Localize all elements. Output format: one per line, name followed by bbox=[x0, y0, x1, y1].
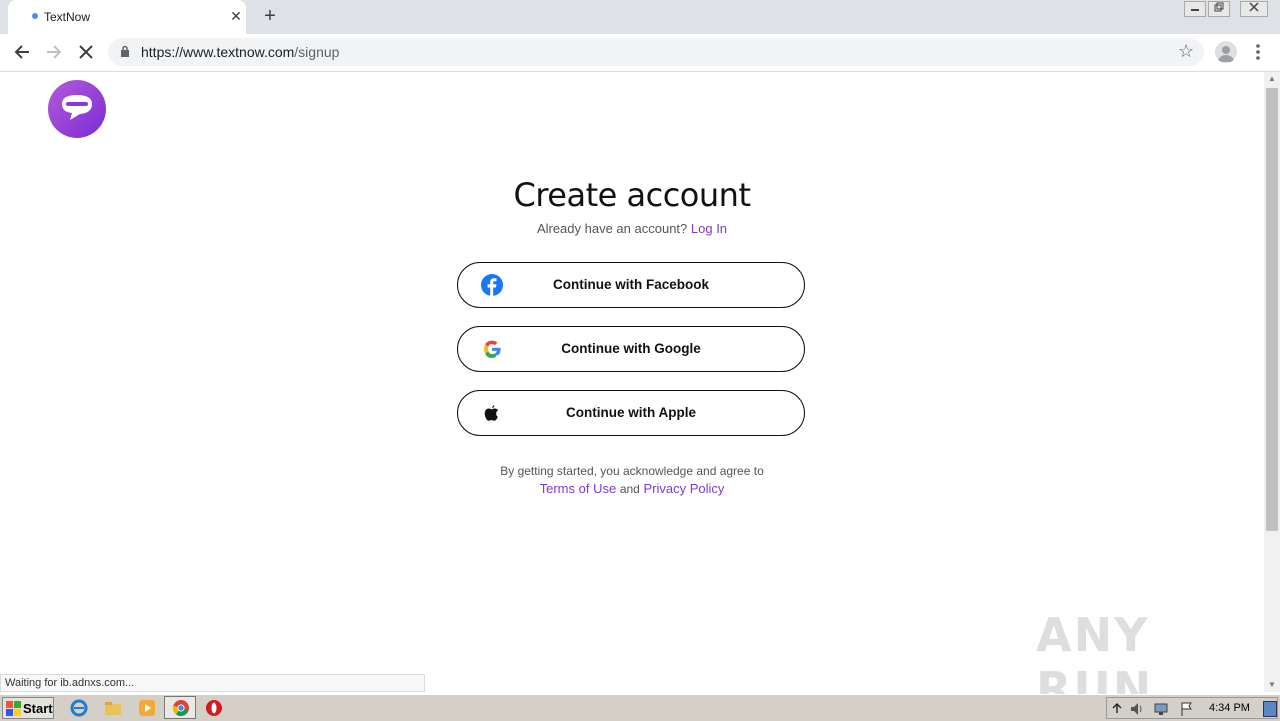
back-button[interactable] bbox=[10, 40, 34, 64]
minimize-button[interactable] bbox=[1184, 1, 1206, 17]
continue-google-button[interactable]: Continue with Google bbox=[457, 326, 805, 372]
apple-button-label: Continue with Apple bbox=[566, 405, 696, 420]
browser-toolbar: https://www.textnow.com/signup ☆ bbox=[0, 34, 1280, 72]
internet-explorer-icon[interactable] bbox=[70, 699, 88, 717]
already-text: Already have an account? bbox=[536, 221, 688, 236]
privacy-policy-link[interactable]: Privacy Policy bbox=[643, 481, 724, 496]
restore-icon bbox=[1214, 2, 1224, 12]
page-scrollbar[interactable]: ▲ ▼ bbox=[1264, 72, 1280, 692]
lock-icon bbox=[121, 45, 129, 57]
page-viewport: Create account Already have an account? … bbox=[0, 72, 1264, 716]
chrome-taskbar-button[interactable] bbox=[164, 696, 196, 719]
browser-menu-button[interactable] bbox=[1250, 42, 1266, 62]
forward-arrow-icon bbox=[47, 45, 62, 59]
tab-strip: TextNow ✕ + bbox=[0, 0, 1280, 34]
scroll-thumb[interactable] bbox=[1266, 88, 1278, 531]
facebook-button-label: Continue with Facebook bbox=[552, 277, 709, 292]
status-bar: Waiting for ib.adnxs.com... bbox=[0, 674, 425, 692]
minimize-icon bbox=[1191, 9, 1199, 11]
chat-bubble-logo-icon bbox=[62, 95, 92, 120]
user-icon bbox=[1218, 46, 1234, 62]
continue-facebook-button[interactable]: Continue with Facebook bbox=[457, 262, 805, 308]
scroll-down-arrow-icon[interactable]: ▼ bbox=[1264, 678, 1280, 692]
start-button[interactable]: Start bbox=[2, 697, 54, 719]
tab-textnow[interactable]: TextNow ✕ bbox=[8, 0, 246, 34]
profile-avatar[interactable] bbox=[1215, 41, 1237, 63]
url-text: https://www.textnow.com/signup bbox=[141, 44, 339, 60]
system-tray: 4:34 PM bbox=[1106, 697, 1278, 719]
network-icon[interactable] bbox=[1153, 701, 1169, 717]
bookmark-star-icon[interactable]: ☆ bbox=[1178, 41, 1194, 62]
url-host: https://www.textnow.com bbox=[141, 44, 295, 60]
page-title: Create account bbox=[513, 176, 751, 214]
volume-icon[interactable] bbox=[1129, 701, 1145, 717]
stop-button[interactable] bbox=[74, 40, 98, 64]
window-close-icon bbox=[1249, 2, 1259, 12]
scroll-up-arrow-icon[interactable]: ▲ bbox=[1264, 72, 1280, 86]
tab-close-icon[interactable]: ✕ bbox=[228, 8, 244, 25]
stop-x-icon bbox=[79, 45, 93, 59]
forward-button[interactable] bbox=[42, 40, 66, 64]
windows-logo-icon bbox=[6, 701, 21, 716]
and-text: and bbox=[619, 482, 640, 496]
loading-dot-icon bbox=[32, 13, 38, 19]
chrome-icon bbox=[172, 700, 189, 716]
legal-line-1: By getting started, you acknowledge and … bbox=[500, 464, 764, 478]
restore-button[interactable] bbox=[1208, 1, 1230, 17]
address-bar[interactable]: https://www.textnow.com/signup ☆ bbox=[108, 38, 1204, 66]
continue-apple-button[interactable]: Continue with Apple bbox=[457, 390, 805, 436]
url-path: /signup bbox=[294, 44, 340, 60]
opera-icon[interactable] bbox=[205, 699, 223, 717]
textnow-logo[interactable] bbox=[48, 80, 106, 138]
already-have-account: Already have an account? Log In bbox=[0, 221, 1264, 236]
windows-taskbar: Start 4:34 PM bbox=[0, 694, 1280, 721]
terms-of-use-link[interactable]: Terms of Use bbox=[540, 481, 617, 496]
back-arrow-icon bbox=[14, 45, 29, 59]
legal-line-2: Terms of Use and Privacy Policy bbox=[0, 480, 1264, 498]
action-center-flag-icon[interactable] bbox=[1179, 701, 1195, 717]
window-close-button[interactable] bbox=[1240, 1, 1268, 17]
taskbar-clock[interactable]: 4:34 PM bbox=[1209, 702, 1250, 714]
tray-expand-arrow-icon[interactable] bbox=[1112, 702, 1122, 714]
media-player-icon[interactable] bbox=[138, 699, 156, 717]
file-explorer-icon[interactable] bbox=[104, 699, 122, 717]
show-desktop-button[interactable] bbox=[1263, 701, 1277, 717]
legal-notice: By getting started, you acknowledge and … bbox=[0, 462, 1264, 498]
start-label: Start bbox=[23, 701, 53, 716]
login-link[interactable]: Log In bbox=[691, 221, 727, 236]
new-tab-button[interactable]: + bbox=[260, 5, 280, 28]
tab-title: TextNow bbox=[44, 10, 91, 24]
three-dots-menu-icon bbox=[1256, 44, 1260, 60]
google-button-label: Continue with Google bbox=[561, 341, 701, 356]
